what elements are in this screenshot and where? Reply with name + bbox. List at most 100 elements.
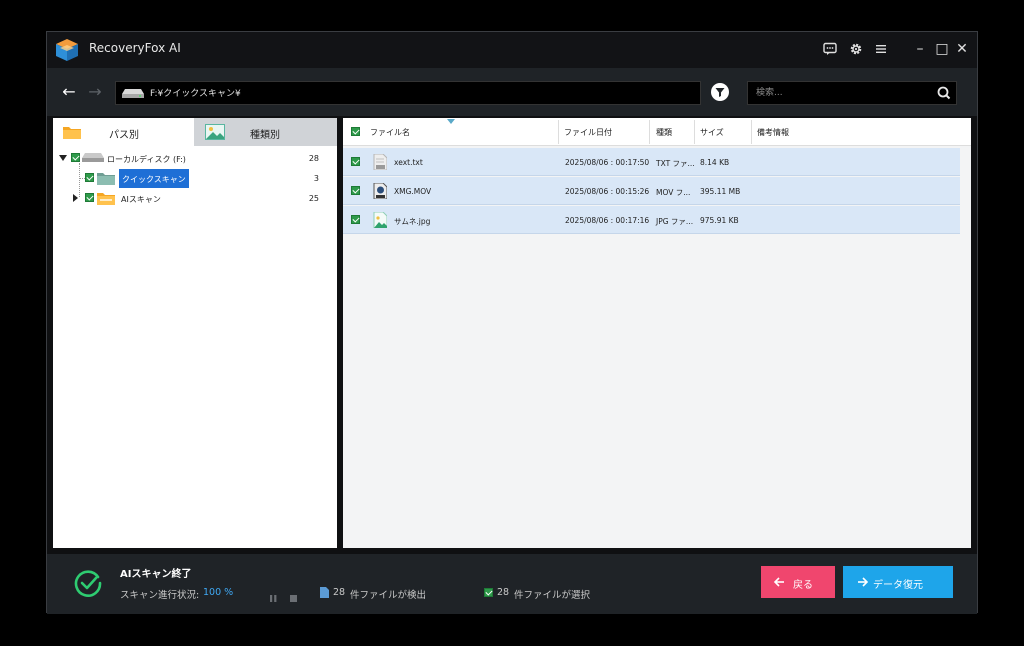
pause-icon (270, 595, 277, 602)
search-icon (937, 86, 951, 100)
maximize-button[interactable]: □ (931, 38, 953, 60)
video-file-icon (373, 183, 387, 199)
tab-by-type[interactable]: 種類別 (194, 118, 337, 146)
file-name: xext.txt (394, 158, 423, 167)
file-list-header: ファイル名 ファイル日付 種類 サイズ 備考情報 (343, 118, 971, 146)
recover-button[interactable]: データ復元 (843, 566, 953, 598)
column-size[interactable]: サイズ (700, 127, 724, 138)
search-box (747, 81, 957, 105)
app-title: RecoveryFox AI (89, 41, 181, 55)
column-name[interactable]: ファイル名 (370, 127, 410, 138)
stop-button[interactable] (289, 588, 298, 602)
column-date[interactable]: ファイル日付 (564, 127, 612, 138)
check-circle-icon (74, 570, 102, 597)
status-bar: AIスキャン終了 スキャン進行状況: 100 % 28 件ファイルが検出 28 … (47, 554, 977, 614)
file-row[interactable]: XMG.MOV 2025/08/06 : 00:15:26 MOV フ... 3… (343, 177, 960, 205)
file-size: 975.91 KB (700, 216, 739, 225)
column-note[interactable]: 備考情報 (757, 127, 789, 138)
tree-item-local-disk[interactable]: ローカルディスク (F:) 28 (53, 148, 337, 168)
file-row[interactable]: サムネ.jpg 2025/08/06 : 00:17:16 JPG ファ... … (343, 206, 960, 234)
tab-by-path[interactable]: パス別 (53, 118, 194, 146)
folder-icon (63, 127, 81, 139)
arrow-left-icon (773, 577, 784, 587)
file-name: XMG.MOV (394, 187, 432, 196)
column-divider (558, 120, 559, 144)
file-checkbox[interactable] (351, 157, 360, 166)
column-divider (649, 120, 650, 144)
folder-icon (97, 193, 115, 205)
hamburger-icon (876, 45, 886, 53)
folder-icon (97, 173, 115, 185)
minimize-button[interactable]: – (909, 38, 931, 60)
file-type: TXT ファ... (656, 159, 695, 168)
title-bar: RecoveryFox AI – □ ✕ (47, 32, 977, 68)
progress-label: スキャン進行状況: (120, 590, 200, 601)
tree-checkbox[interactable] (71, 153, 80, 162)
selected-count: 28 (497, 587, 510, 598)
tree-item-label: クイックスキャン (119, 169, 189, 188)
tree-item-ai-scan[interactable]: AIスキャン 25 (53, 188, 337, 208)
gear-icon (850, 43, 862, 55)
file-size: 8.14 KB (700, 158, 730, 167)
back-button-label: 戻る (793, 580, 813, 591)
select-all-checkbox[interactable] (351, 127, 360, 136)
found-text: 件ファイルが検出 (350, 590, 427, 601)
settings-button[interactable] (845, 38, 867, 60)
file-checkbox[interactable] (351, 186, 360, 195)
tree-item-count: 28 (308, 154, 319, 163)
file-checkbox[interactable] (351, 215, 360, 224)
drive-icon (82, 153, 104, 162)
selected-checkbox-icon (484, 588, 493, 597)
tree-checkbox[interactable] (85, 193, 94, 202)
file-date: 2025/08/06 : 00:17:50 (565, 158, 650, 167)
back-arrow-icon[interactable]: ← (59, 80, 79, 104)
chat-icon (823, 42, 837, 55)
forward-arrow-icon[interactable]: → (85, 80, 105, 104)
file-date: 2025/08/06 : 00:17:16 (565, 216, 650, 225)
feedback-button[interactable] (819, 38, 841, 60)
file-date: 2025/08/06 : 00:15:26 (565, 187, 650, 196)
app-logo (56, 39, 78, 61)
menu-button[interactable] (870, 38, 892, 60)
image-icon (205, 124, 225, 140)
close-button[interactable]: ✕ (951, 38, 973, 60)
current-path: F:¥クイックスキャン¥ (150, 89, 241, 99)
arrow-right-icon (858, 577, 869, 587)
filter-button[interactable] (711, 83, 729, 101)
search-button[interactable] (934, 83, 954, 103)
file-type: JPG ファ... (656, 217, 694, 226)
column-type[interactable]: 種類 (656, 127, 672, 138)
stop-icon (290, 595, 297, 602)
tab-by-path-label: パス別 (109, 130, 139, 141)
app-window: RecoveryFox AI – □ ✕ ← → F:¥クイックスキャン¥ 検索… (46, 31, 978, 614)
file-name: サムネ.jpg (394, 217, 431, 226)
expand-arrow-icon[interactable] (59, 154, 67, 162)
drive-icon (122, 89, 144, 98)
column-divider (694, 120, 695, 144)
file-size: 395.11 MB (700, 187, 741, 196)
expand-arrow-icon[interactable] (71, 194, 79, 202)
recover-button-label: データ復元 (873, 580, 923, 591)
tree-item-label: ローカルディスク (F:) (107, 155, 186, 164)
tree-checkbox[interactable] (85, 173, 94, 182)
file-row[interactable]: xext.txt 2025/08/06 : 00:17:50 TXT ファ...… (343, 148, 960, 176)
tab-by-type-label: 種類別 (250, 130, 280, 141)
column-divider (751, 120, 752, 144)
search-input[interactable] (754, 84, 924, 102)
filter-icon (715, 88, 725, 97)
sort-arrow-icon (447, 119, 455, 124)
tree-item-count: 3 (313, 174, 319, 183)
tree-item-count: 25 (308, 194, 319, 203)
file-list-panel: ファイル名 ファイル日付 種類 サイズ 備考情報 xext.txt 2025/0… (343, 118, 971, 548)
toolbar: ← → F:¥クイックスキャン¥ (47, 68, 977, 116)
path-bar[interactable]: F:¥クイックスキャン¥ (115, 81, 701, 105)
pause-button[interactable] (269, 588, 278, 602)
tree-item-quick-scan[interactable]: クイックスキャン 3 (53, 168, 337, 188)
found-count: 28 (333, 587, 346, 598)
back-button[interactable]: 戻る (761, 566, 835, 598)
image-file-icon (373, 212, 387, 228)
scan-status-title: AIスキャン終了 (120, 569, 192, 580)
text-file-icon (373, 154, 387, 170)
selected-text: 件ファイルが選択 (514, 590, 591, 601)
file-type: MOV フ... (656, 188, 691, 197)
